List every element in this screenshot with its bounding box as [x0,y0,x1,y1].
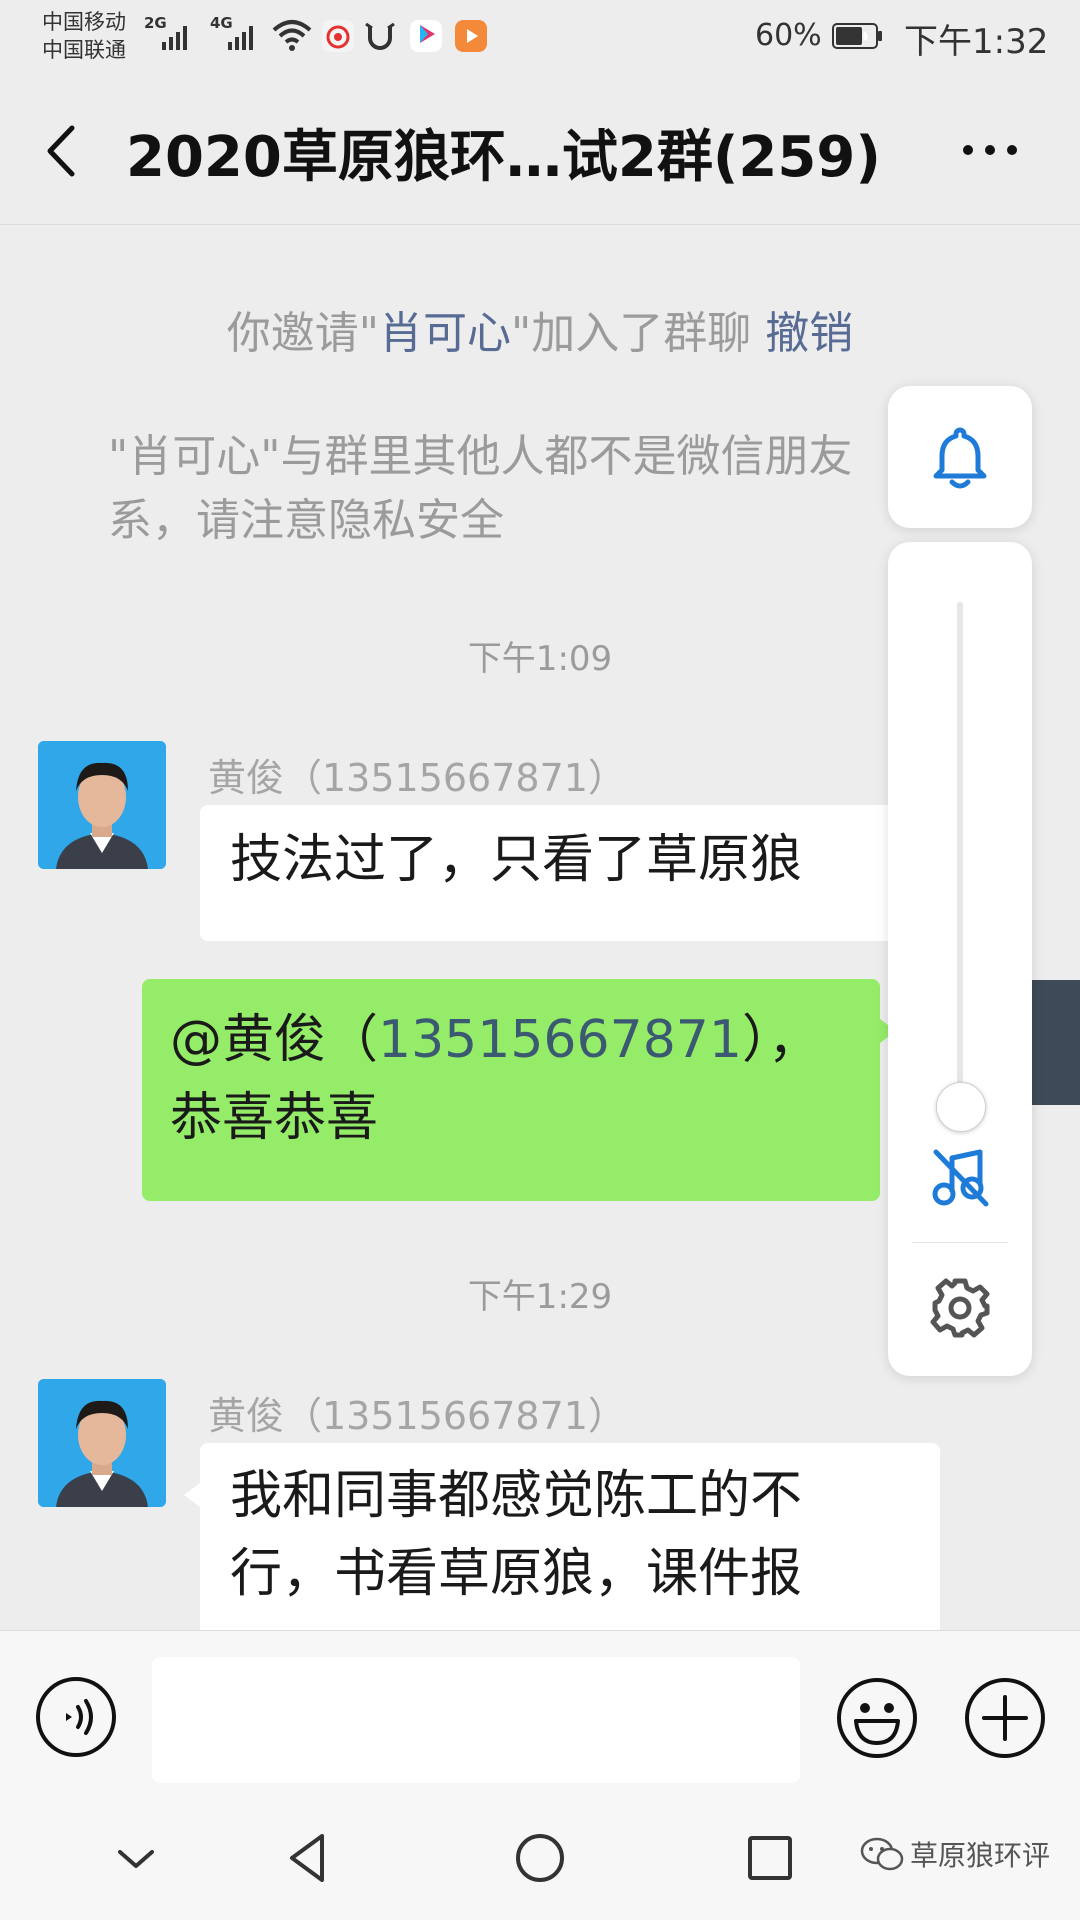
volume-panel [888,542,1032,1376]
privacy-notice: "肖可心"与群里其他人都不是微信朋友 系，请注意隐私安全 [108,431,853,546]
signal-icon [162,24,187,50]
invited-user-link[interactable]: 肖可心 [379,308,511,359]
volume-slider-thumb[interactable] [936,1082,986,1133]
input-bar [0,1630,1080,1791]
chevron-left-icon[interactable] [36,116,86,186]
back-triangle-icon[interactable] [278,1828,338,1888]
invite-notice: 你邀请"肖可心"加入了群聊 撤销 [0,297,1080,361]
message-bubble[interactable]: 我和同事都感觉陈工的不 行，书看草原狼，课件报 [184,1443,940,1630]
carrier-labels: 中国移动 中国联通 [42,8,126,64]
home-circle-icon[interactable] [510,1828,570,1888]
chat-header: 2020草原狼环…试2群(259) [0,76,1080,225]
message-bubble-outgoing[interactable]: @黄俊（13515667871）， 恭喜恭喜 [142,979,896,1201]
recents-square-icon[interactable] [740,1828,800,1888]
avatar-photo [38,741,166,869]
mention-suffix: ）， [741,1010,820,1070]
video-icon [455,20,487,52]
message-text-2: 恭喜恭喜 [170,1088,379,1148]
chat-title[interactable]: 2020草原狼环…试2群(259) [126,112,881,193]
wechat-screen: 中国移动 中国联通 2G 4G 60% 下午1:32 2020草原狼环…试2群(… [0,0,1080,1920]
gear-icon[interactable] [928,1276,992,1340]
status-bar: 中国移动 中国联通 2G 4G 60% 下午1:32 [0,0,1080,76]
youku-icon [410,20,442,52]
avatar-photo [38,1379,166,1507]
battery-percent: 60% [755,18,822,53]
more-dots-icon[interactable] [958,138,1022,162]
message-text: 技法过了，只看了草原狼 [230,830,803,890]
sender-name: 黄俊（13515667871） [208,756,626,800]
bell-icon [933,427,987,489]
status-time: 下午1:32 [904,22,1049,62]
volume-slider-track[interactable] [957,602,963,1130]
invite-prefix: 你邀请" [226,308,379,359]
ringer-mode-button[interactable] [888,386,1032,528]
message-text: 我和同事都感觉陈工的不 行，书看草原狼，课件报 [230,1466,803,1604]
revoke-link[interactable]: 撤销 [765,308,853,359]
invite-suffix: "加入了群聊 [511,308,766,359]
chevron-down-icon[interactable] [106,1828,166,1888]
watermark-text: 草原狼环评 [910,1839,1051,1872]
voice-icon[interactable] [34,1675,118,1759]
mention-prefix: @黄俊（ [170,1010,379,1070]
message-text: @黄俊（13515667871）， [170,1001,880,1079]
music-mute-icon[interactable] [930,1146,990,1208]
carrier-2: 中国联通 [42,38,126,62]
watermark: 草原狼环评 [860,1834,1050,1874]
emoji-icon[interactable] [834,1675,920,1761]
message-input[interactable] [152,1657,800,1783]
avatar[interactable] [38,741,166,869]
message-bubble[interactable]: 技法过了，只看了草原狼 [200,805,900,941]
wifi-icon [272,20,312,51]
wechat-icon [860,1837,904,1871]
panel-divider [912,1242,1008,1243]
signal-icon-2 [228,24,253,50]
ucloud-icon [365,22,395,50]
sender-name: 黄俊（13515667871） [208,1394,626,1438]
mention-number[interactable]: 13515667871 [378,1010,742,1070]
weibo-icon [322,20,354,52]
avatar[interactable] [38,1379,166,1507]
carrier-1: 中国移动 [42,10,126,34]
battery-icon [832,23,882,49]
plus-circle-icon[interactable] [962,1675,1048,1761]
system-nav-bar: 草原狼环评 [0,1790,1080,1920]
